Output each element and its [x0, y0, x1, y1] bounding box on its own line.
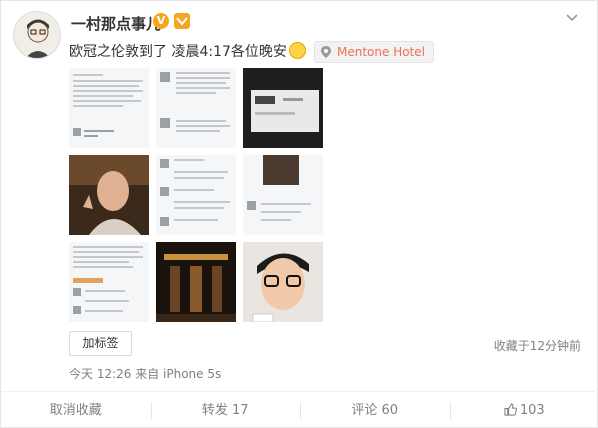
favorited-time: 收藏于12分钟前	[493, 339, 581, 353]
photo-9-glasses-portrait[interactable]	[243, 242, 323, 322]
verified-badge-icon: V	[153, 13, 169, 29]
photo-5-chat-screenshot[interactable]	[156, 155, 236, 235]
repost-button[interactable]: 转发 17	[150, 392, 301, 428]
post-text: 欧冠之伦敦到了 凌晨4:17各位晚安	[69, 41, 306, 61]
vip-badge-icon	[174, 13, 190, 29]
location-name: Mentone Hotel	[337, 45, 425, 59]
post-meta: 今天 12:26 来自 iPhone 5s	[69, 367, 222, 381]
location-tag[interactable]: Mentone Hotel	[314, 41, 434, 63]
photo-4-man-portrait[interactable]	[69, 155, 149, 235]
user-avatar[interactable]	[13, 11, 61, 59]
photo-7-chat-screenshot[interactable]	[69, 242, 149, 322]
repost-label: 转发 17	[201, 403, 249, 418]
photo-3-screen-photo[interactable]	[243, 68, 323, 148]
unfavorite-button[interactable]: 取消收藏	[1, 392, 151, 428]
photo-1-chat-screenshot[interactable]	[69, 68, 149, 148]
username[interactable]: 一村那点事儿	[71, 13, 161, 34]
post-text-content: 欧冠之伦敦到了 凌晨4:17各位晚安	[69, 44, 287, 60]
chevron-down-icon[interactable]	[565, 9, 579, 23]
add-tag-button[interactable]: 加标签	[69, 331, 132, 356]
location-pin-icon	[321, 46, 331, 58]
photo-8-building-night[interactable]	[156, 242, 236, 322]
sleepy-emoji-icon	[288, 42, 306, 59]
action-bar: 取消收藏 转发 17 评论 60 103	[1, 391, 598, 428]
thumbs-up-icon	[504, 403, 517, 416]
photo-2-chat-screenshot[interactable]	[156, 68, 236, 148]
weibo-post-card: 一村那点事儿 V 欧冠之伦敦到了 凌晨4:17各位晚安 Mentone Hote…	[0, 0, 598, 428]
like-button[interactable]: 103	[449, 392, 598, 428]
unfavorite-label: 取消收藏	[49, 403, 102, 418]
photo-6-chat-screenshot[interactable]	[243, 155, 323, 235]
comment-label: 评论 60	[351, 403, 399, 418]
comment-button[interactable]: 评论 60	[300, 392, 450, 428]
like-count: 103	[519, 403, 545, 418]
